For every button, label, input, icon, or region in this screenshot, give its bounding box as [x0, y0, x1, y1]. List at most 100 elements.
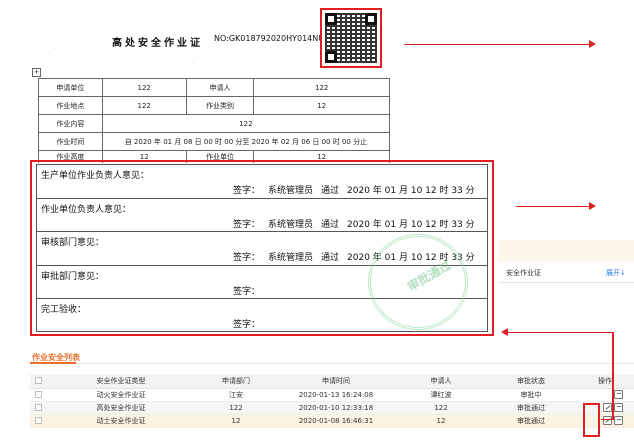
result: 通过 — [321, 219, 340, 230]
side-panel-band — [498, 240, 634, 262]
sign-label: 签字： — [233, 219, 261, 230]
column-header: 申请时间 — [276, 374, 396, 389]
info-value: 12 — [253, 96, 390, 115]
signer: 系统管理员 — [268, 253, 314, 264]
cell-status: 审批通过 — [486, 401, 576, 415]
cell-type: 高处安全作业证 — [46, 401, 196, 415]
table-move-handle-icon[interactable]: + — [32, 68, 41, 77]
column-header: 申请部门 — [196, 374, 276, 389]
certificate-number: NO:GK018792020HY014NU — [214, 34, 325, 43]
divider — [30, 363, 634, 364]
info-value: 自 2020 年 01 月 08 日 00 时 00 分至 2020 年 02 … — [101, 132, 391, 151]
cell-time: 2020-01-08 16:46:31 — [276, 414, 396, 428]
sign-label: 签字： — [233, 253, 261, 264]
annotation-arrowhead-icon — [589, 202, 596, 210]
info-row: 申请单位 122 申请人 122 — [38, 78, 390, 97]
opinion-label: 审批部门意见： — [41, 271, 105, 282]
opinion-label: 生产单位作业负责人意见： — [41, 171, 150, 181]
safety-certificate: ----- ----- 高处安全作业证 NO:GK018792020HY014N… — [28, 0, 512, 352]
row-checkbox-cell[interactable] — [30, 414, 46, 428]
signer: 系统管理员 — [268, 219, 314, 230]
seal-text: 审批通过 — [404, 257, 454, 294]
result: 通过 — [321, 253, 340, 264]
active-tab-underline — [30, 362, 76, 364]
info-row: 作业时间 自 2020 年 01 月 08 日 00 时 00 分至 2020 … — [38, 132, 391, 151]
divider — [498, 282, 634, 283]
signer: 系统管理员 — [268, 186, 314, 196]
table-row[interactable]: 高处安全作业证 122 2020-01-10 12:33:18 122 审批通过 — [30, 401, 634, 415]
certificate-title: 高处安全作业证 — [112, 38, 203, 49]
annotation-arrowhead-icon — [589, 40, 596, 48]
info-value: 122 — [101, 96, 187, 115]
table-row[interactable]: 动土安全作业证 12 2020-01-08 16:46:31 12 审批通过 — [30, 414, 634, 428]
row-checkbox[interactable] — [34, 417, 42, 424]
cell-applicant: 谭红波 — [396, 388, 486, 402]
cell-dept: 122 — [196, 401, 276, 415]
cell-actions — [576, 388, 634, 402]
cell-dept: 江安 — [196, 388, 276, 402]
opinion-block: 作业单位负责人意见： 签字： 系统管理员 通过 2020 年 01 月 10 12 时… — [37, 199, 487, 233]
sign-time: 2020 年 01 月 10 12 时 33 分 — [347, 219, 475, 230]
info-value: 122 — [101, 114, 391, 133]
select-all-checkbox-cell[interactable] — [30, 374, 46, 389]
sign-time: 2020 年 01 月 10 12 时 33 分 — [347, 186, 475, 196]
view-document-icon[interactable] — [614, 403, 623, 412]
column-header: 操作 — [576, 374, 634, 389]
watermark: ----- — [47, 45, 58, 57]
cell-type: 动火安全作业证 — [46, 388, 196, 402]
info-label: 作业地点 — [38, 96, 103, 115]
info-label: 作业内容 — [38, 114, 103, 133]
info-label: 作业类别 — [185, 96, 255, 115]
table-header-row: 安全作业证类型 申请部门 申请时间 申请人 审批状态 操作 — [30, 374, 634, 389]
opinion-signature: 签字： 系统管理员 通过 2020 年 01 月 10 12 时 33 分 — [233, 183, 483, 196]
qr-finder — [365, 13, 377, 25]
table-row[interactable]: 动火安全作业证 江安 2020-01-13 16:24:08 谭红波 审批中 — [30, 388, 634, 402]
info-row: 作业内容 122 — [38, 114, 391, 133]
cell-dept: 12 — [196, 414, 276, 428]
expand-link[interactable]: 展开↓ — [606, 268, 626, 278]
approval-seal: 审批通过 — [368, 234, 468, 330]
qr-finder — [325, 13, 337, 25]
opinion-label: 作业单位负责人意见： — [41, 204, 132, 215]
info-value: 122 — [253, 78, 390, 97]
view-document-icon[interactable] — [614, 390, 623, 399]
sign-label: 签字： — [233, 320, 261, 331]
sign-label: 签字： — [233, 186, 261, 196]
safety-permit-table: 安全作业证类型 申请部门 申请时间 申请人 审批状态 操作 动火安全作业证 江安… — [30, 374, 634, 428]
edit-icon[interactable] — [603, 403, 612, 412]
row-checkbox-cell[interactable] — [30, 388, 46, 402]
view-document-icon[interactable] — [614, 416, 623, 425]
column-header: 审批状态 — [486, 374, 576, 389]
annotation-highlight-box — [583, 403, 600, 437]
annotation-arrow — [516, 206, 590, 207]
info-label: 作业时间 — [38, 132, 103, 151]
info-label: 申请人 — [185, 78, 255, 97]
info-value: 122 — [101, 78, 187, 97]
opinion-label: 审核部门意见： — [41, 238, 105, 249]
info-label: 申请单位 — [38, 78, 103, 97]
watermark: ----- — [187, 57, 198, 69]
select-all-checkbox[interactable] — [34, 377, 42, 385]
result: 通过 — [321, 186, 340, 196]
row-checkbox[interactable] — [34, 404, 42, 411]
cell-type: 动土安全作业证 — [46, 414, 196, 428]
opinion-signature: 签字： — [233, 317, 268, 330]
sign-label: 签字： — [233, 286, 261, 297]
opinion-signature: 签字： — [233, 284, 268, 297]
opinion-signature: 签字： 系统管理员 通过 2020 年 01 月 10 12 时 33 分 — [233, 217, 483, 230]
column-header: 安全作业证类型 — [46, 374, 196, 389]
annotation-connector — [601, 419, 614, 420]
qr-finder — [325, 51, 337, 63]
row-checkbox[interactable] — [34, 391, 42, 398]
annotation-arrow — [404, 44, 590, 45]
opinion-block: 生产单位作业负责人意见： 签字： 系统管理员 通过 2020 年 01 月 10 12… — [37, 165, 487, 199]
cell-applicant: 122 — [396, 401, 486, 415]
annotation-connector — [612, 332, 614, 420]
edit-icon[interactable] — [603, 416, 612, 425]
cell-time: 2020-01-13 16:24:08 — [276, 388, 396, 402]
row-checkbox-cell[interactable] — [30, 401, 46, 415]
cell-status: 审批中 — [486, 388, 576, 402]
column-header: 申请人 — [396, 374, 486, 389]
opinion-label: 完工验收： — [41, 305, 87, 316]
cell-time: 2020-01-10 12:33:18 — [276, 401, 396, 415]
